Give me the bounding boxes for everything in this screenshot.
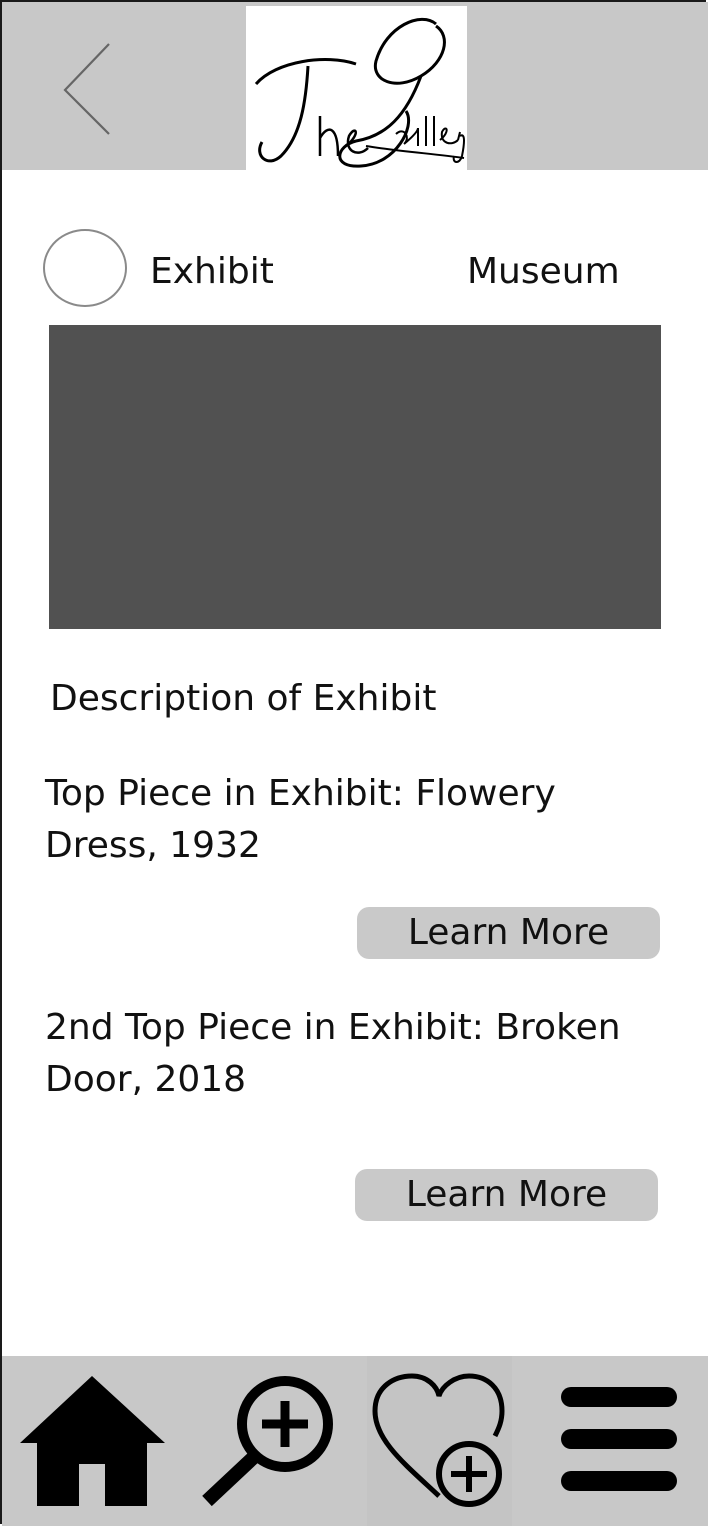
bottom-nav-bar bbox=[2, 1356, 708, 1526]
learn-more-button-1[interactable]: Learn More bbox=[357, 907, 660, 959]
top-piece-text: Top Piece in Exhibit: Flowery Dress, 193… bbox=[45, 773, 556, 866]
nav-favorite-button[interactable] bbox=[367, 1356, 512, 1526]
chevron-left-icon bbox=[63, 43, 110, 135]
zoom-in-search-icon bbox=[202, 1376, 333, 1507]
hamburger-menu-icon bbox=[561, 1387, 677, 1491]
nav-menu-button[interactable] bbox=[557, 1356, 682, 1526]
learn-more-button-2[interactable]: Learn More bbox=[355, 1169, 658, 1221]
exhibit-avatar bbox=[43, 229, 127, 307]
museum-link[interactable]: Museum bbox=[467, 250, 620, 294]
app-logo bbox=[246, 6, 467, 172]
back-button[interactable] bbox=[57, 40, 117, 140]
home-icon bbox=[20, 1376, 165, 1506]
exhibit-image-placeholder bbox=[49, 325, 661, 629]
header-bar bbox=[2, 2, 708, 172]
nav-search-button[interactable] bbox=[197, 1356, 342, 1526]
exhibit-description: Description of Exhibit bbox=[50, 678, 437, 719]
exhibit-title: Exhibit bbox=[150, 251, 274, 292]
screen-frame bbox=[0, 0, 706, 1524]
heart-add-icon bbox=[372, 1373, 505, 1507]
second-piece-text: 2nd Top Piece in Exhibit: Broken Door, 2… bbox=[45, 1007, 621, 1100]
nav-home-button[interactable] bbox=[17, 1356, 167, 1526]
